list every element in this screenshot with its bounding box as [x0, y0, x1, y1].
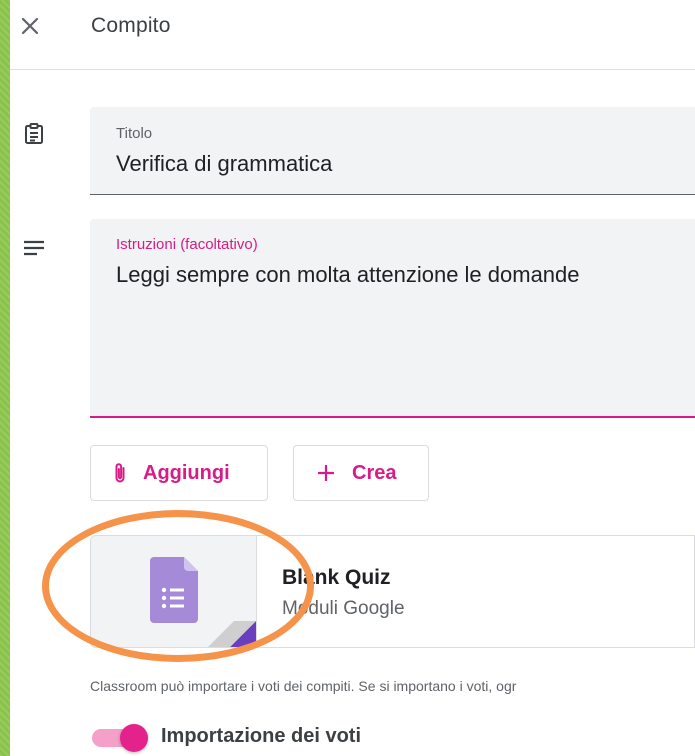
title-field-label: Titolo — [116, 125, 153, 142]
toggle-knob — [120, 724, 148, 752]
title-field[interactable]: Titolo Verifica di grammatica — [90, 107, 695, 195]
close-button[interactable] — [16, 12, 44, 40]
create-button[interactable]: Crea — [293, 445, 429, 501]
close-icon — [21, 17, 39, 35]
assignment-icon — [25, 123, 43, 144]
title-field-value[interactable]: Verifica di grammatica — [116, 151, 332, 177]
attachment-subtitle: Moduli Google — [282, 598, 405, 619]
attachment-thumbnail — [91, 536, 257, 647]
paperclip-icon — [113, 462, 127, 484]
google-forms-icon — [150, 557, 198, 623]
instructions-field-label: Istruzioni (facoltativo) — [116, 236, 258, 253]
instructions-field-value[interactable]: Leggi sempre con molta attenzione le dom… — [116, 262, 580, 288]
grade-import-note: Classroom può importare i voti dei compi… — [90, 678, 517, 694]
attachment-title[interactable]: Blank Quiz — [282, 566, 391, 590]
assignment-panel: Compito Titolo Verifica di grammatica Is… — [10, 0, 695, 756]
top-bar: Compito — [10, 0, 695, 70]
grade-import-label: Importazione dei voti — [161, 725, 362, 747]
plus-icon — [316, 463, 336, 483]
add-attachment-button[interactable]: Aggiungi — [90, 445, 268, 501]
page-title: Compito — [91, 14, 171, 37]
notes-icon — [24, 240, 44, 256]
attachment-card[interactable]: Blank Quiz Moduli Google — [90, 535, 695, 648]
create-label: Crea — [352, 461, 397, 484]
page-fold-icon — [208, 621, 256, 647]
instructions-field[interactable]: Istruzioni (facoltativo) Leggi sempre co… — [90, 219, 695, 418]
grade-import-toggle[interactable] — [90, 724, 148, 752]
add-attachment-label: Aggiungi — [143, 461, 230, 484]
